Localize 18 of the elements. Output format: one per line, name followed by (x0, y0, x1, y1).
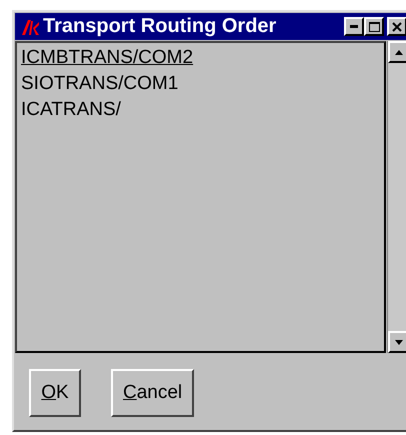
maximize-button[interactable] (364, 17, 384, 36)
ok-button[interactable]: OK (29, 369, 81, 417)
down-arrow-icon (395, 340, 403, 344)
scroll-down-button[interactable] (388, 331, 406, 353)
list-item[interactable]: ICMBTRANS/COM2 (21, 45, 194, 71)
list-box[interactable]: ICMBTRANS/COM2 SIOTRANS/COM1 ICATRANS/ (15, 41, 386, 353)
window-title: Transport Routing Order (43, 15, 278, 38)
list-item[interactable]: SIOTRANS/COM1 (21, 71, 178, 97)
cancel-button[interactable]: Cancel (111, 369, 194, 417)
list-item[interactable]: ICATRANS/ (21, 97, 121, 123)
maximize-icon (368, 22, 380, 32)
minimize-button[interactable] (344, 17, 364, 36)
scrollbar[interactable] (387, 41, 406, 353)
up-arrow-icon (395, 50, 403, 54)
close-icon (392, 22, 402, 32)
scroll-up-button[interactable] (388, 41, 406, 63)
minimize-icon (350, 25, 358, 28)
close-button[interactable] (387, 17, 406, 36)
